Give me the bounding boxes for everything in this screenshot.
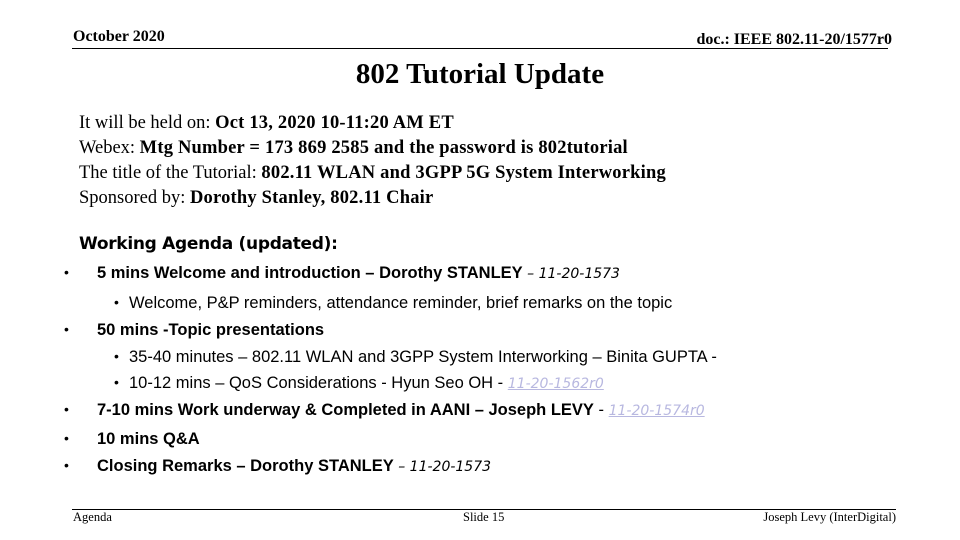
bullet-icon: •	[64, 264, 69, 280]
doc-link-11-20-1562r0[interactable]: 11-20-1562r0	[508, 376, 604, 392]
bullet-icon: •	[64, 321, 69, 337]
info-label: The title of the Tutorial:	[79, 163, 262, 183]
agenda-item-separator: -	[593, 401, 609, 419]
bullet-icon: •	[64, 401, 69, 417]
header-doc-id: doc.: IEEE 802.11-20/1577r0	[696, 31, 892, 48]
agenda-subitem-text: 10-12 mins – QoS Considerations - Hyun S…	[129, 374, 494, 392]
header-divider	[72, 48, 888, 49]
agenda-item-separator: -	[493, 374, 508, 392]
agenda-item-doc-ref: 11-20-1573	[538, 266, 620, 282]
agenda-item-doc-ref: 11-20-1573	[409, 459, 492, 475]
footer-author: Joseph Levy (InterDigital)	[763, 510, 896, 524]
doc-link-11-20-1574r0[interactable]: 11-20-1574r0	[609, 403, 705, 419]
info-value: Oct 13, 2020 10-11:20 AM ET	[215, 113, 454, 133]
agenda-item-text: 50 mins -Topic presentations	[97, 321, 325, 339]
bullet-icon: •	[114, 374, 119, 390]
info-row-sponsor: Sponsored by: Dorothy Stanley, 802.11 Ch…	[79, 186, 666, 211]
info-value: Dorothy Stanley, 802.11 Chair	[190, 188, 434, 208]
agenda-heading: Working Agenda (updated):	[79, 234, 338, 254]
meeting-info: It will be held on: Oct 13, 2020 10-11:2…	[79, 111, 666, 211]
agenda-subitem-text: 35-40 minutes – 802.11 WLAN and 3GPP Sys…	[129, 348, 717, 366]
agenda-item-text: 5 mins Welcome and introduction – Doroth…	[97, 264, 523, 282]
footer-slide-number: Slide 15	[463, 510, 505, 524]
bullet-icon: •	[64, 457, 69, 473]
header-date: October 2020	[73, 28, 165, 45]
agenda-item-separator: –	[393, 459, 410, 475]
bullet-icon: •	[114, 294, 119, 310]
info-row-webex: Webex: Mtg Number = 173 869 2585 and the…	[79, 136, 666, 161]
info-value: 802.11 WLAN and 3GPP 5G System Interwork…	[261, 163, 666, 183]
agenda-subitem-text: Welcome, P&P reminders, attendance remin…	[129, 294, 673, 312]
bullet-icon: •	[114, 348, 119, 364]
info-row-date: It will be held on: Oct 13, 2020 10-11:2…	[79, 111, 666, 136]
agenda-item-text: 7-10 mins Work underway & Completed in A…	[97, 401, 594, 419]
info-label: It will be held on:	[79, 113, 216, 133]
agenda-item-separator: –	[522, 266, 539, 282]
agenda-item-text: Closing Remarks – Dorothy STANLEY	[97, 457, 394, 475]
slide-title: 802 Tutorial Update	[355, 58, 605, 90]
agenda-item-text: 10 mins Q&A	[97, 430, 200, 448]
footer-section: Agenda	[73, 510, 112, 524]
info-row-tutorial-title: The title of the Tutorial: 802.11 WLAN a…	[79, 161, 666, 186]
info-label: Webex:	[79, 138, 140, 158]
info-value: Mtg Number = 173 869 2585 and the passwo…	[139, 138, 628, 158]
bullet-icon: •	[64, 430, 69, 446]
info-label: Sponsored by:	[79, 188, 190, 208]
